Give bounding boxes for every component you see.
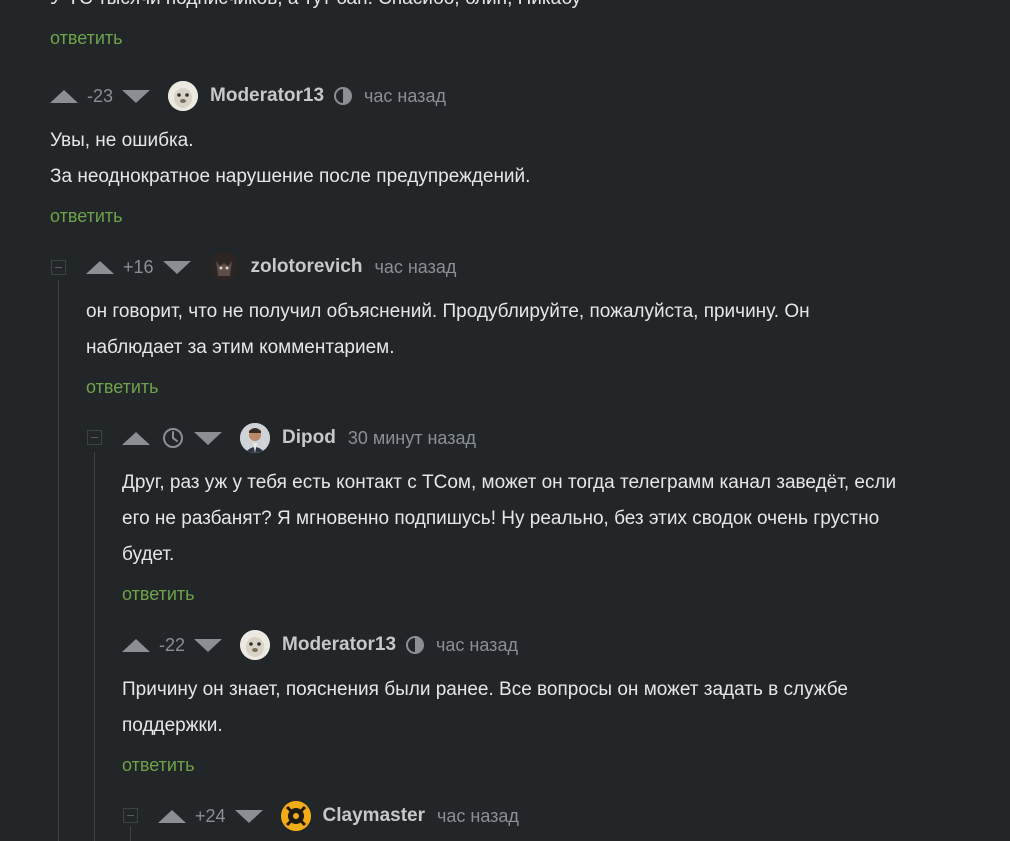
downvote-button[interactable]	[122, 89, 151, 103]
comment-header: +16 zolotorevich час назад	[86, 252, 456, 282]
avatar-image	[280, 801, 311, 831]
upvote-button[interactable]	[158, 809, 186, 823]
reply-link[interactable]: ответить	[86, 377, 159, 398]
comment-body: он говорит, что не получил объяснений. П…	[86, 294, 810, 366]
reply-link[interactable]: ответить	[122, 755, 195, 776]
comment-rating: +16	[123, 256, 154, 277]
moderator-badge-icon	[406, 636, 425, 654]
comment-header: Dipod 30 минут назад	[122, 423, 476, 453]
username[interactable]: Dipod	[282, 427, 336, 449]
comment-body: Друг, раз уж у тебя есть контакт с ТСом,…	[122, 465, 896, 573]
comment-time: час назад	[437, 805, 519, 826]
avatar-image	[240, 630, 271, 660]
clock-icon	[163, 428, 183, 448]
comment-rating: -23	[87, 85, 114, 106]
comment-line: поддержки.	[122, 715, 223, 736]
comment-rating: +24	[195, 805, 226, 826]
avatar-image	[240, 423, 270, 453]
username[interactable]: Moderator13	[210, 85, 324, 107]
reply-link[interactable]: ответить	[122, 584, 195, 605]
collapse-button[interactable]	[87, 430, 102, 445]
avatar[interactable]	[240, 630, 271, 660]
collapse-button[interactable]	[123, 808, 138, 823]
username[interactable]: Moderator13	[282, 634, 396, 656]
comment-body: Причину он знает, пояснения были ранее. …	[122, 672, 848, 744]
comment-line: Увы, не ошибка.	[50, 130, 194, 151]
avatar-image	[208, 252, 239, 282]
reply-link[interactable]: ответить	[50, 206, 123, 227]
upvote-button[interactable]	[122, 638, 150, 652]
comment-line: наблюдает за этим комментарием.	[86, 337, 395, 358]
avatar-image	[168, 81, 199, 111]
comment-line: Причину он знает, пояснения были ранее. …	[122, 679, 848, 700]
comment-body: Увы, не ошибка. За неоднократное нарушен…	[50, 123, 530, 195]
moderator-badge-icon	[334, 87, 353, 105]
avatar[interactable]	[208, 252, 239, 282]
comment-time: 30 минут назад	[347, 427, 476, 448]
thread-line[interactable]	[130, 826, 131, 841]
avatar[interactable]	[280, 801, 311, 831]
username[interactable]: zolotorevich	[251, 256, 363, 278]
upvote-button[interactable]	[122, 431, 150, 445]
upvote-button[interactable]	[50, 89, 78, 103]
thread-line[interactable]	[58, 280, 59, 841]
downvote-button[interactable]	[194, 431, 222, 445]
reply-link[interactable]: ответить	[50, 28, 123, 49]
collapse-button[interactable]	[51, 260, 66, 275]
previous-comment-text: У ТС тысячи подписчиков, а тут бан. Спас…	[50, 0, 581, 10]
comment-rating: -22	[159, 634, 186, 655]
comment-line: За неоднократное нарушение после предупр…	[50, 166, 531, 187]
comment-header: -23 Moderator13 час назад	[50, 81, 446, 111]
comment-time: час назад	[436, 634, 518, 655]
avatar[interactable]	[240, 423, 270, 453]
comment-line: он говорит, что не получил объяснений. П…	[86, 301, 810, 322]
comment-header: -22 Moderator13 час назад	[122, 630, 518, 660]
comment-header: +24 Claymaster час назад	[158, 801, 519, 831]
downvote-button[interactable]	[234, 809, 263, 823]
avatar[interactable]	[168, 81, 199, 111]
thread-line[interactable]	[94, 452, 95, 841]
username[interactable]: Claymaster	[323, 805, 425, 827]
comment-line: его не разбанят? Я мгновенно подпишусь! …	[122, 508, 880, 529]
comment-time: час назад	[374, 256, 457, 277]
comment-line: будет.	[122, 544, 175, 565]
comment-line: Друг, раз уж у тебя есть контакт с ТСом,…	[122, 472, 897, 493]
downvote-button[interactable]	[162, 260, 191, 274]
downvote-button[interactable]	[194, 638, 223, 652]
upvote-button[interactable]	[86, 260, 114, 274]
comment-time: час назад	[364, 85, 446, 106]
